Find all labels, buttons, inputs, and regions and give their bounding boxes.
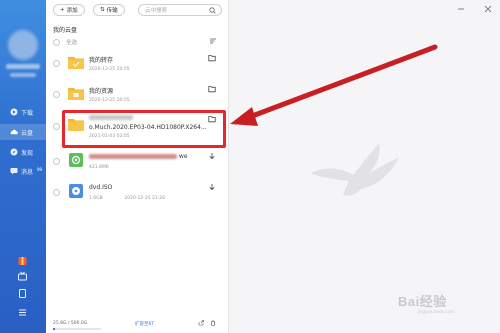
list-item[interactable]: 我的转存 2020-12-25 20:05 <box>46 47 229 81</box>
storage-quota: 25.8G / 500.0G <box>53 321 88 326</box>
avatar[interactable] <box>8 30 38 60</box>
sidebar-item-label: 消息 <box>21 168 34 176</box>
trash-icon[interactable] <box>210 320 216 326</box>
row-checkbox[interactable] <box>53 189 60 196</box>
file-size: 1.6GB <box>89 196 103 201</box>
sidebar: 下载 云盘 发现 消息 99 <box>0 0 46 333</box>
storage-footer: 25.8G / 500.0G 扩容至6T <box>46 318 229 333</box>
play-circle-icon <box>10 108 18 116</box>
download-icon[interactable] <box>208 183 216 191</box>
expand-storage-link[interactable]: 扩容至6T <box>135 321 154 327</box>
sidebar-item-label: 下载 <box>21 109 34 117</box>
add-button[interactable]: + 添加 <box>53 4 85 16</box>
storage-progress-bar <box>53 328 101 330</box>
file-date: 2020-12-25 20:05 <box>89 67 130 72</box>
open-folder-icon[interactable] <box>208 54 216 62</box>
gift-icon[interactable] <box>17 255 28 266</box>
compass-icon <box>10 148 18 156</box>
watermark: Bai经验 <box>398 294 447 309</box>
sidebar-item-label: 发现 <box>21 149 34 157</box>
storage-progress-fill <box>53 328 56 330</box>
message-badge: 99 <box>37 166 43 172</box>
user-level-blurred <box>10 73 36 77</box>
plus-icon: + <box>60 7 65 13</box>
username-blurred <box>6 64 40 69</box>
close-icon[interactable] <box>484 5 492 13</box>
transfer-icon: ⇅ <box>100 7 105 13</box>
minimize-icon[interactable] <box>457 5 465 13</box>
list-item[interactable]: 我的资源 2020-12-25 20:05 <box>46 78 229 112</box>
row-checkbox[interactable] <box>53 158 60 165</box>
filename-blurred <box>89 154 177 159</box>
app-window: 下载 云盘 发现 消息 99 + 添加 ⇅ 传输 云中搜索 我的云盘 全选 我的… <box>0 0 500 333</box>
folder-icon <box>68 57 84 69</box>
menu-icon[interactable] <box>17 307 28 318</box>
search-icon[interactable] <box>209 7 216 14</box>
file-panel: + 添加 ⇅ 传输 云中搜索 我的云盘 全选 我的转存 2020-12-25 2… <box>46 0 229 333</box>
share-icon[interactable] <box>198 320 204 326</box>
file-date: 2020-12-25 21:28 <box>124 196 165 201</box>
sort-icon[interactable] <box>209 37 217 45</box>
row-checkbox[interactable] <box>53 60 60 67</box>
highlight-box <box>62 110 226 148</box>
breadcrumb[interactable]: 我的云盘 <box>53 25 77 34</box>
row-checkbox[interactable] <box>53 123 60 130</box>
disc-image-icon <box>69 184 83 198</box>
cloud-icon <box>10 128 18 136</box>
video-file-icon <box>69 153 83 167</box>
transfer-button[interactable]: ⇅ 传输 <box>93 4 125 16</box>
sidebar-item-discover[interactable]: 发现 <box>0 144 46 160</box>
sidebar-item-messages[interactable]: 消息 99 <box>0 163 46 179</box>
open-folder-icon[interactable] <box>208 85 216 93</box>
sidebar-item-label: 云盘 <box>21 129 34 137</box>
search-input[interactable]: 云中搜索 <box>138 4 222 16</box>
watermark-url: jingyan.baidu.com <box>418 309 455 314</box>
file-size: 421.8MB <box>89 165 109 170</box>
hummingbird-logo-icon <box>311 143 399 196</box>
file-date: 2020-12-25 20:05 <box>89 98 130 103</box>
row-checkbox[interactable] <box>53 91 60 98</box>
list-item[interactable]: dvd.ISO 1.6GB 2020-12-25 21:28 <box>46 176 229 210</box>
select-all-checkbox[interactable] <box>53 38 60 46</box>
sidebar-item-download[interactable]: 下载 <box>0 104 46 120</box>
sidebar-item-cloud[interactable]: 云盘 <box>0 124 46 140</box>
folder-icon <box>68 88 84 100</box>
download-icon[interactable] <box>208 152 216 160</box>
preview-area <box>229 0 500 333</box>
tablet-icon[interactable] <box>17 288 28 299</box>
tv-icon[interactable] <box>17 271 28 282</box>
select-all[interactable]: 全选 <box>53 38 77 46</box>
toolbar: + 添加 ⇅ 传输 云中搜索 <box>46 0 229 20</box>
list-item[interactable]: we 421.8MB <box>46 145 229 179</box>
message-icon <box>10 167 18 175</box>
